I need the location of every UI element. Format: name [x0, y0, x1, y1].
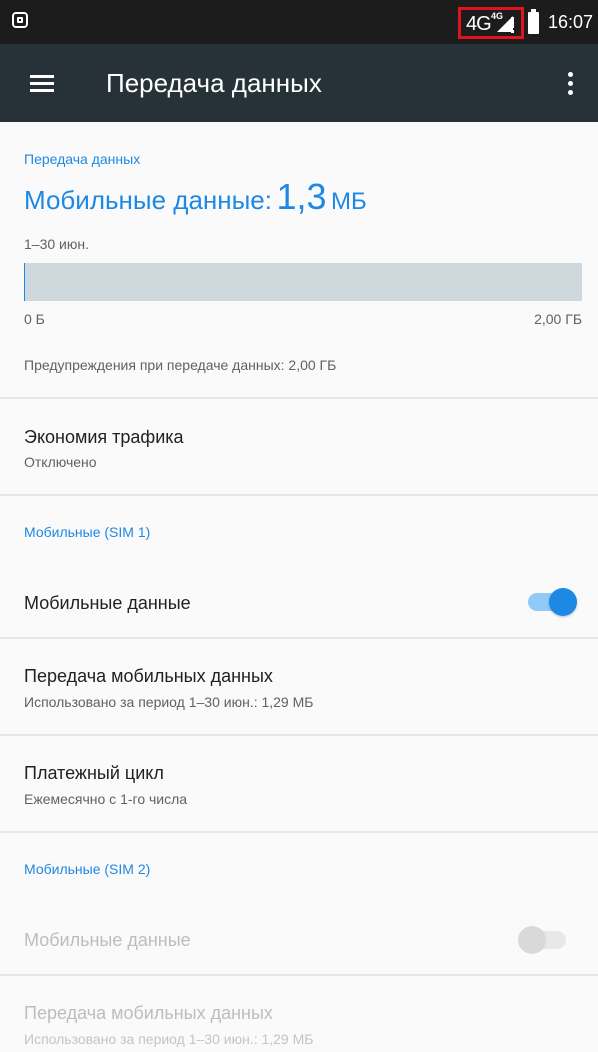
data-usage-bar — [24, 263, 582, 301]
sim2-mobile-data-label: Мобильные данные — [24, 930, 191, 950]
mobile-data-usage-summary: Мобильные данные: 1,3 МБ — [24, 176, 367, 218]
usage-bar-min-label: 0 Б — [24, 311, 45, 327]
sim1-data-usage-summary: Использовано за период 1–30 июн.: 1,29 М… — [24, 694, 314, 710]
menu-icon[interactable] — [30, 74, 54, 92]
section-header-data-usage: Передача данных — [24, 151, 141, 167]
battery-icon — [528, 9, 539, 34]
sim1-mobile-data-label: Мобильные данные — [24, 593, 191, 613]
mobile-data-usage-label: Мобильные данные: — [24, 185, 272, 215]
billing-period: 1–30 июн. — [24, 236, 89, 252]
sim1-toggle-thumb[interactable] — [549, 588, 577, 616]
sim1-billing-cycle-summary: Ежемесячно с 1-го числа — [24, 791, 188, 807]
network-type-label: 4G — [466, 13, 492, 35]
sim1-data-usage-item[interactable]: Передача мобильных данных Использовано з… — [0, 639, 598, 734]
data-warning-text: Предупреждения при передаче данных: 2,00… — [24, 357, 337, 373]
section-header-sim2: Мобильные (SIM 2) — [24, 861, 151, 877]
sim1-data-usage-title: Передача мобильных данных — [24, 666, 273, 686]
more-options-icon[interactable] — [568, 72, 574, 96]
mobile-data-usage-unit: МБ — [330, 188, 367, 215]
clock: 16:07 — [548, 12, 594, 32]
page-title: Передача данных — [106, 68, 322, 98]
network-indicator-highlight: 4G 4G — [458, 7, 524, 39]
app-toolbar: Передача данных — [0, 44, 598, 122]
divider — [0, 494, 598, 496]
screenshot-notification-icon — [12, 12, 28, 28]
sim2-data-usage-item[interactable]: Передача мобильных данных Использовано з… — [0, 976, 598, 1052]
sim2-data-usage-summary: Использовано за период 1–30 июн.: 1,29 М… — [24, 1031, 314, 1047]
section-header-sim1: Мобильные (SIM 1) — [24, 524, 151, 540]
sim2-mobile-data-row[interactable]: Мобильные данные — [0, 907, 598, 973]
sim1-billing-cycle-item[interactable]: Платежный цикл Ежемесячно с 1-го числа — [0, 736, 598, 831]
sim2-toggle-thumb[interactable] — [518, 926, 546, 954]
usage-bar-max-label: 2,00 ГБ — [534, 311, 582, 327]
sim1-billing-cycle-title: Платежный цикл — [24, 763, 164, 783]
data-saver-item[interactable]: Экономия трафика Отключено — [0, 399, 598, 494]
divider — [0, 831, 598, 833]
mobile-data-usage-value: 1,3 — [276, 176, 327, 217]
data-saver-status: Отключено — [24, 454, 97, 470]
status-bar: 4G 4G 16:07 — [0, 0, 598, 44]
sim2-data-usage-title: Передача мобильных данных — [24, 1003, 273, 1023]
signal-warning-icon — [511, 17, 514, 33]
sim1-mobile-data-row[interactable]: Мобильные данные — [0, 570, 598, 636]
data-saver-title: Экономия трафика — [24, 427, 184, 447]
